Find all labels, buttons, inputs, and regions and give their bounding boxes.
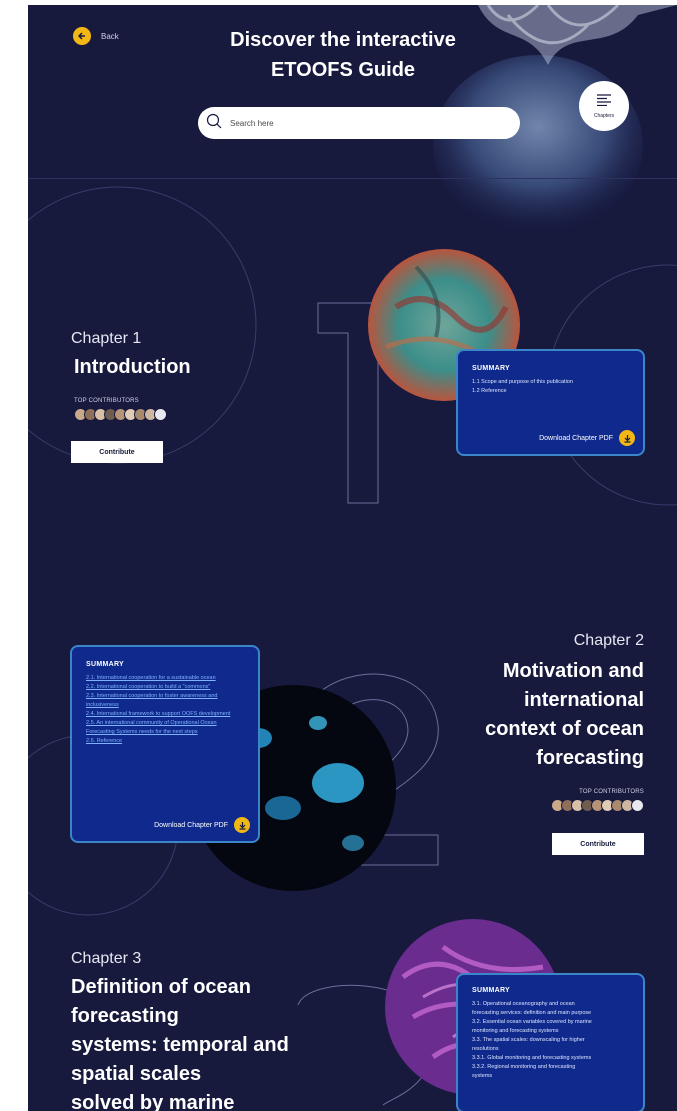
summary-heading: SUMMARY [472, 987, 511, 994]
chapter-1-label: Chapter 1 [71, 330, 142, 347]
more-contributors-icon [631, 799, 644, 812]
download-icon [234, 817, 250, 833]
summary-link[interactable]: 2.3. International cooperation to foster… [86, 692, 244, 710]
summary-heading: SUMMARY [86, 661, 125, 668]
chapter-2-download-pdf[interactable]: Download Chapter PDF [154, 817, 250, 833]
chapter-3-title-line: solved by marine [71, 1092, 235, 1111]
chapter-1-contributor-avatars [74, 408, 167, 421]
summary-item[interactable]: 3.3.2. Regional monitoring and forecasti… [472, 1063, 629, 1072]
summary-item[interactable]: 1.2 Reference [472, 387, 629, 396]
page-title: Discover the interactive ETOOFS Guide [178, 25, 508, 85]
chapters-menu-button[interactable]: Chapters [579, 81, 629, 131]
page-title-line-1: Discover the interactive [230, 29, 456, 51]
summary-item[interactable]: systems [472, 1072, 629, 1081]
more-contributors-icon [154, 408, 167, 421]
chapter-2-title-line: Motivation and [502, 660, 644, 682]
chapter-3-summary-card: SUMMARY 3.1. Operational oceanography an… [456, 973, 645, 1111]
chapter-3-title-line: systems: temporal and [71, 1034, 289, 1056]
chapter-2-title-line: context of ocean [485, 718, 644, 740]
chapter-3-title-line: forecasting [71, 1005, 179, 1027]
summary-item[interactable]: 3.2. Essential ocean variables covered b… [472, 1018, 629, 1027]
chapter-1-summary-card: SUMMARY 1.1 Scope and purpose of this pu… [456, 349, 645, 456]
page-title-line-2: ETOOFS Guide [270, 59, 416, 81]
summary-item[interactable]: 3.1. Operational oceanography and ocean [472, 1000, 629, 1009]
chapter-1-download-pdf[interactable]: Download Chapter PDF [539, 430, 635, 446]
chapter-2-label: Chapter 2 [573, 632, 644, 649]
summary-link[interactable]: 2.1. International cooperation for a sus… [86, 674, 244, 683]
chapters-label: Chapters [593, 113, 615, 119]
chapter-2-summary-card: SUMMARY 2.1. International cooperation f… [70, 645, 260, 843]
chapter-2-contributor-avatars [551, 799, 644, 812]
summary-item[interactable]: forecasting services: definition and mai… [472, 1009, 629, 1018]
chapter-2-contribute-button[interactable]: Contribute [552, 833, 644, 855]
chapter-1-top-contributors-label: TOP CONTRIBUTORS [74, 398, 139, 404]
chapter-2-title-line: forecasting [536, 747, 644, 769]
chapter-2-top-contributors-label: TOP CONTRIBUTORS [579, 789, 644, 795]
list-icon [596, 93, 612, 111]
summary-item[interactable]: 3.3.1. Global monitoring and forecasting… [472, 1054, 629, 1063]
search-bar[interactable] [198, 107, 520, 139]
chapter-3-title-line: spatial scales [71, 1063, 202, 1085]
summary-item[interactable]: 3.3. The spatial scales: downscaling for… [472, 1036, 629, 1045]
header-divider [28, 178, 677, 179]
summary-item[interactable]: monitoring and forecasting systems [472, 1027, 629, 1036]
search-icon [206, 113, 222, 134]
back-label: Back [101, 31, 119, 41]
chapter-3-label: Chapter 3 [71, 950, 142, 967]
summary-link[interactable]: 2.4. International framework to support … [86, 710, 244, 719]
guide-page: Back Discover the interactive ETOOFS Gui… [28, 5, 677, 1111]
chapter-2-title-line: international [523, 689, 644, 711]
summary-item[interactable]: 1.1 Scope and purpose of this publicatio… [472, 378, 629, 387]
search-input[interactable] [228, 117, 492, 129]
chapter-1-contribute-button[interactable]: Contribute [71, 441, 163, 463]
summary-item[interactable]: resolutions [472, 1045, 629, 1054]
chapter-1-title: Introduction [74, 356, 191, 378]
download-label: Download Chapter PDF [539, 434, 613, 442]
summary-heading: SUMMARY [472, 365, 511, 372]
summary-link[interactable]: 2.2. International cooperation to build … [86, 683, 244, 692]
arrow-left-icon [73, 27, 91, 45]
summary-link[interactable]: 2.5. An international community of Opera… [86, 719, 244, 737]
download-label: Download Chapter PDF [154, 821, 228, 829]
download-icon [619, 430, 635, 446]
chapter-2-title: Motivation and international context of … [404, 657, 644, 773]
back-button[interactable]: Back [73, 27, 119, 45]
chapter-3-title: Definition of ocean forecasting systems:… [71, 973, 351, 1111]
chapter-3-title-line: Definition of ocean [71, 976, 251, 998]
summary-link[interactable]: 2.6. Reference [86, 737, 244, 746]
